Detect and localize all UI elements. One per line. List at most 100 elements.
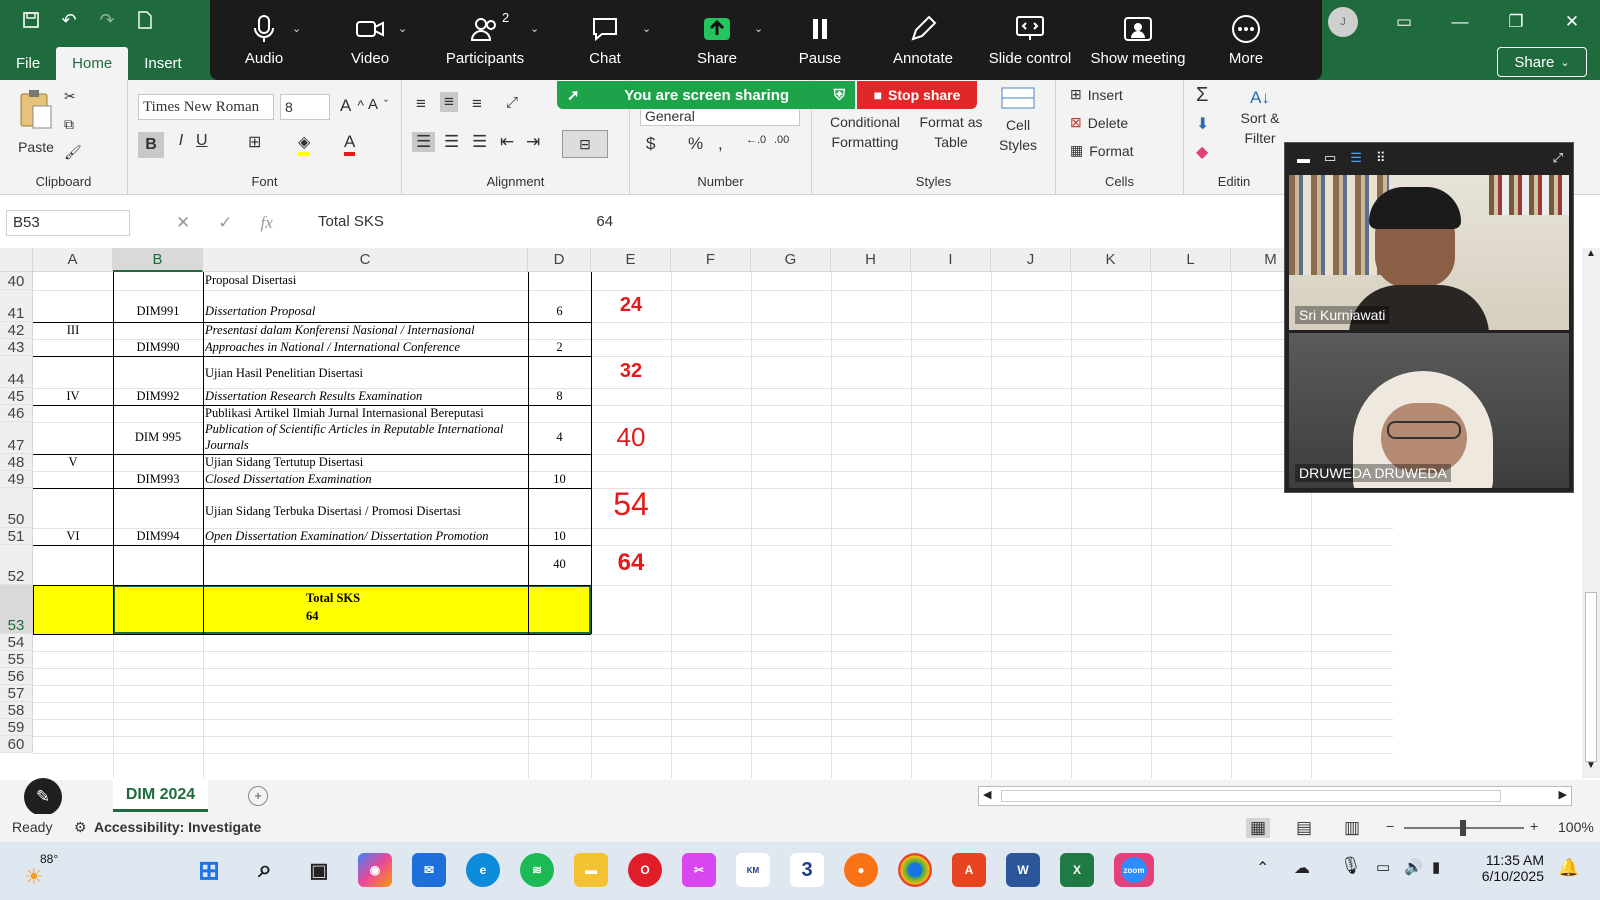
scroll-right-icon[interactable]: ▶ — [1559, 788, 1567, 801]
bold-icon[interactable]: B — [138, 132, 164, 158]
cell-b51[interactable]: DIM994 — [113, 529, 203, 544]
slide-control-button[interactable]: Slide control — [978, 0, 1082, 80]
row-header-42[interactable]: 42 — [0, 322, 33, 339]
cell-e47[interactable]: 40 — [591, 422, 671, 453]
snipping-tool-icon[interactable]: ✂ — [682, 853, 716, 887]
spotify-icon[interactable]: ≋ — [520, 853, 554, 887]
horizontal-scrollbar[interactable]: ◀ ▶ — [978, 786, 1572, 806]
show-meeting-button[interactable]: Show meeting — [1082, 0, 1194, 80]
cell-c48[interactable]: Ujian Sidang Tertutup Disertasi — [205, 455, 527, 470]
italic-icon[interactable]: I — [170, 132, 192, 150]
kampus-merdeka-icon[interactable]: KM — [736, 853, 770, 887]
minimize-button[interactable]: — — [1432, 12, 1488, 32]
avatar[interactable]: J — [1328, 7, 1358, 37]
cell-c51[interactable]: Open Dissertation Examination/ Dissertat… — [205, 529, 527, 544]
start-icon[interactable]: ⊞ — [192, 853, 226, 887]
decrease-indent-icon[interactable]: ⇤ — [500, 132, 514, 152]
minimize-video-icon[interactable]: ▬ — [1297, 151, 1310, 166]
cell-e44[interactable]: 32 — [591, 360, 671, 383]
horizontal-scroll-thumb[interactable] — [1001, 790, 1501, 802]
row-header-46[interactable]: 46 — [0, 405, 33, 422]
formula-input[interactable]: Total SKS 64 — [318, 210, 613, 230]
cell-b47[interactable]: DIM 995 — [113, 430, 203, 445]
zoom-slider-thumb[interactable] — [1460, 820, 1466, 836]
more-button[interactable]: More — [1194, 0, 1298, 80]
cell-styles-button[interactable]: Cell Styles — [992, 86, 1044, 155]
weather-widget[interactable]: ☀ 88° — [24, 852, 64, 889]
name-box[interactable]: B53 — [6, 210, 130, 236]
confirm-icon[interactable]: ✓ — [218, 213, 232, 233]
chevron-up-icon[interactable]: ⌃ — [1256, 858, 1269, 878]
volume-icon[interactable]: 🔊 — [1404, 858, 1423, 876]
row-header-52[interactable]: 52 — [0, 545, 33, 585]
scroll-up-icon[interactable]: ▲ — [1584, 248, 1598, 262]
sort-filter-button[interactable]: A↓ Sort & Filter — [1240, 88, 1280, 148]
new-file-icon[interactable] — [130, 5, 160, 35]
zoom-out-icon[interactable]: − — [1386, 818, 1394, 834]
share-screen-button[interactable]: Share ⌄ — [662, 0, 772, 80]
app-3-icon[interactable]: 3 — [790, 853, 824, 887]
close-button[interactable]: ✕ — [1544, 12, 1600, 32]
zoom-level[interactable]: 100% — [1558, 819, 1594, 835]
autosum-icon[interactable]: Σ — [1196, 84, 1208, 107]
cell-d43[interactable]: 2 — [528, 340, 591, 355]
participants-button[interactable]: Participants 2 ⌄ — [422, 0, 548, 80]
clock[interactable]: 11:35 AM 6/10/2025 — [1478, 852, 1544, 884]
share-button[interactable]: Share ⌄ — [1497, 47, 1587, 77]
stop-share-button[interactable]: ■ Stop share — [857, 81, 977, 109]
word-icon[interactable]: W — [1006, 853, 1040, 887]
page-layout-icon[interactable]: ▤ — [1296, 818, 1312, 838]
align-center-icon[interactable]: ☰ — [444, 132, 459, 152]
undo-icon[interactable]: ↶ — [54, 5, 84, 35]
align-bottom-icon[interactable]: ≡ — [472, 94, 482, 114]
insert-function-icon[interactable]: fx — [261, 213, 273, 233]
row-header-54[interactable]: 54 — [0, 634, 33, 651]
opera-icon[interactable]: O — [628, 853, 662, 887]
cell-b45[interactable]: DIM992 — [113, 389, 203, 404]
increase-indent-icon[interactable]: ⇥ — [526, 132, 540, 152]
chat-button[interactable]: Chat ⌄ — [548, 0, 662, 80]
cell-e41[interactable]: 24 — [591, 294, 671, 317]
search-icon[interactable]: ⌕ — [248, 853, 282, 887]
column-header-e[interactable]: E — [591, 248, 671, 272]
row-header-44[interactable]: 44 — [0, 356, 33, 388]
chevron-down-icon[interactable]: ⌄ — [754, 22, 763, 35]
cell-c49[interactable]: Closed Dissertation Examination — [205, 472, 527, 487]
network-icon[interactable]: ▭ — [1376, 858, 1390, 876]
cut-icon[interactable]: ✂ — [64, 88, 76, 105]
edge-icon[interactable]: e — [466, 853, 500, 887]
number-format-select[interactable]: General — [640, 106, 800, 126]
cell-a42[interactable]: III — [33, 323, 113, 338]
redo-icon[interactable]: ↷ — [92, 5, 122, 35]
tab-file[interactable]: File — [0, 47, 56, 80]
font-name-select[interactable]: Times New Roman — [138, 94, 274, 120]
tab-insert[interactable]: Insert — [128, 47, 198, 80]
participant-video-1[interactable]: Sri Kurniawati — [1289, 175, 1569, 330]
restore-button[interactable]: ❐ — [1488, 12, 1544, 32]
accessibility-status[interactable]: Accessibility: Investigate — [94, 819, 261, 835]
column-header-i[interactable]: I — [911, 248, 991, 272]
sheet-tab-dim-2024[interactable]: DIM 2024 — [113, 780, 208, 812]
vertical-scrollbar[interactable]: ▲ ▼ — [1582, 248, 1600, 778]
row-header-58[interactable]: 58 — [0, 702, 33, 719]
align-right-icon[interactable]: ☰ — [472, 132, 487, 152]
task-view-icon[interactable]: ▣ — [302, 853, 336, 887]
column-header-l[interactable]: L — [1151, 248, 1231, 272]
row-header-49[interactable]: 49 — [0, 471, 33, 488]
annotate-button[interactable]: Annotate — [868, 0, 978, 80]
copilot-icon[interactable]: ◉ — [358, 853, 392, 887]
cell-b43[interactable]: DIM990 — [113, 340, 203, 355]
chevron-down-icon[interactable]: ⌄ — [398, 22, 407, 35]
row-header-59[interactable]: 59 — [0, 719, 33, 736]
cell-a48[interactable]: V — [33, 455, 113, 470]
cell-b53-total-value[interactable]: 64 — [306, 609, 456, 624]
increase-decimal-icon[interactable]: ←.0 — [746, 134, 766, 146]
hide-video-icon[interactable]: ▭ — [1324, 150, 1336, 166]
cell-a45[interactable]: IV — [33, 389, 113, 404]
cell-c50[interactable]: Ujian Sidang Terbuka Disertasi / Promosi… — [205, 504, 527, 519]
fill-icon[interactable]: ⬇ — [1196, 114, 1209, 134]
cell-d49[interactable]: 10 — [528, 472, 591, 487]
cell-b41[interactable]: DIM991 — [113, 304, 203, 319]
chevron-down-icon[interactable]: ⌄ — [642, 22, 651, 35]
cell-c42[interactable]: Presentasi dalam Konferensi Nasional / I… — [205, 323, 527, 338]
